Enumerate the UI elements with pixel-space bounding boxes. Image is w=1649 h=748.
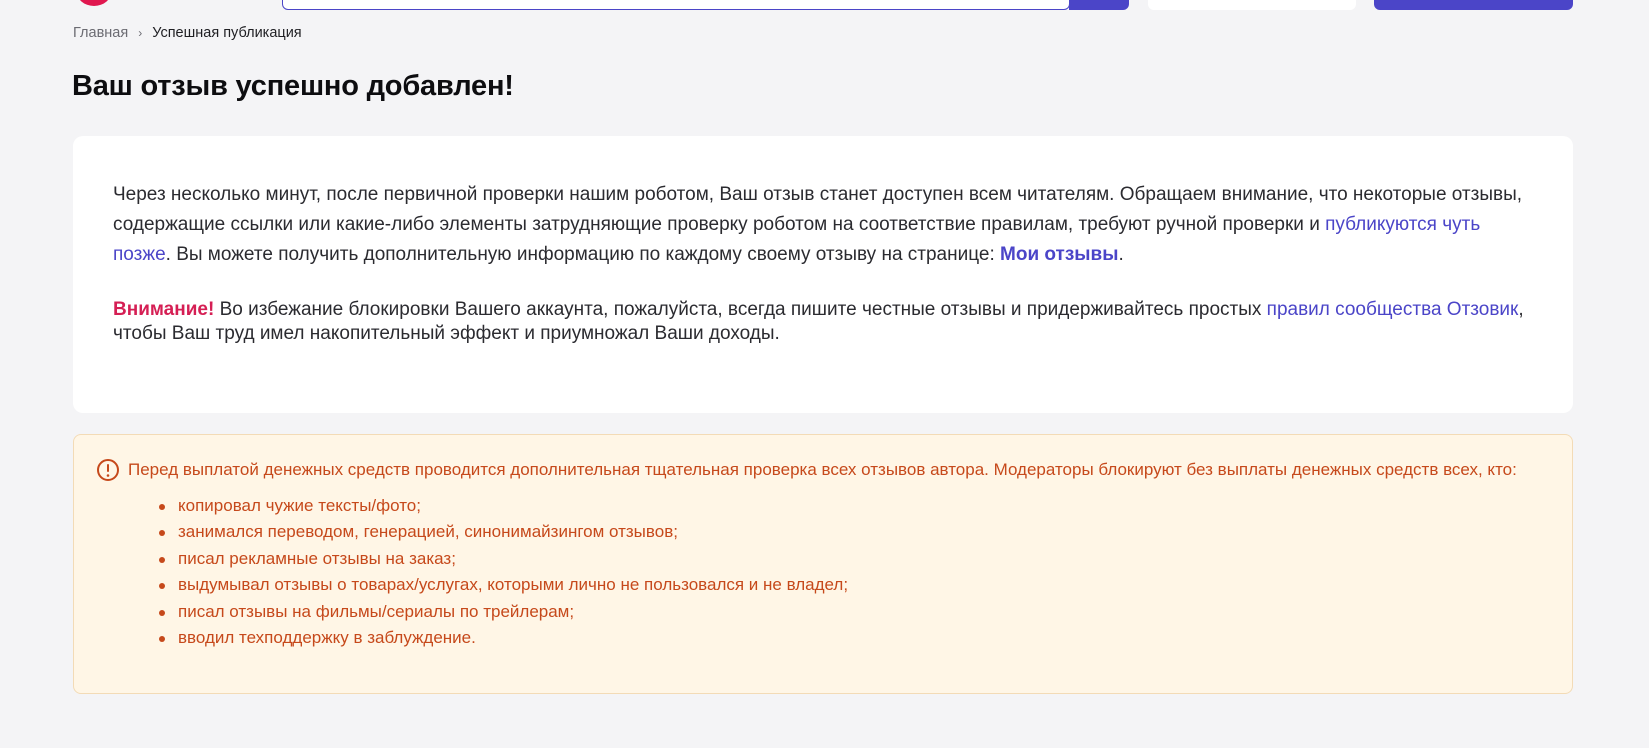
- search-button[interactable]: [1069, 0, 1129, 10]
- info-text-part3: .: [1118, 244, 1124, 265]
- breadcrumb-separator: ›: [138, 26, 143, 40]
- warning-text-part1: Во избежание блокировки Вашего аккаунта,…: [214, 299, 1267, 320]
- success-card: Через несколько минут, после первичной п…: [73, 136, 1573, 413]
- logo-icon[interactable]: [76, 0, 112, 6]
- breadcrumb-current: Успешная публикация: [152, 25, 302, 41]
- search-input[interactable]: [282, 0, 1070, 10]
- exclamation-circle-icon: [96, 458, 120, 482]
- site-header: [0, 0, 1649, 12]
- add-review-button[interactable]: [1374, 0, 1573, 10]
- list-item: писал отзывы на фильмы/сериалы по трейле…: [159, 599, 1542, 625]
- breadcrumb: Главная › Успешная публикация: [73, 25, 302, 41]
- warning-paragraph: Внимание! Во избежание блокировки Вашего…: [113, 298, 1533, 346]
- list-item: вводил техподдержку в заблуждение.: [159, 625, 1542, 651]
- info-text-part2: . Вы можете получить дополнительную инфо…: [165, 244, 1001, 265]
- list-item: занимался переводом, генерацией, синоним…: [159, 519, 1542, 545]
- list-item: копировал чужие тексты/фото;: [159, 493, 1542, 519]
- list-item: выдумывал отзывы о товарах/услугах, кото…: [159, 572, 1542, 598]
- page-title: Ваш отзыв успешно добавлен!: [72, 70, 514, 102]
- violations-list: копировал чужие тексты/фото; занимался п…: [128, 493, 1542, 651]
- user-profile-button[interactable]: [1148, 0, 1356, 10]
- payout-notice: Перед выплатой денежных средств проводит…: [73, 434, 1573, 694]
- breadcrumb-home-link[interactable]: Главная: [73, 25, 128, 41]
- info-paragraph: Через несколько минут, после первичной п…: [113, 180, 1533, 270]
- notice-text: Перед выплатой денежных средств проводит…: [128, 460, 1517, 479]
- info-text-part1: Через несколько минут, после первичной п…: [113, 184, 1523, 235]
- attention-label: Внимание!: [113, 299, 215, 320]
- my-reviews-link[interactable]: Мои отзывы: [1000, 244, 1118, 265]
- list-item: писал рекламные отзывы на заказ;: [159, 546, 1542, 572]
- community-rules-link[interactable]: правил сообщества Отзовик: [1267, 299, 1519, 320]
